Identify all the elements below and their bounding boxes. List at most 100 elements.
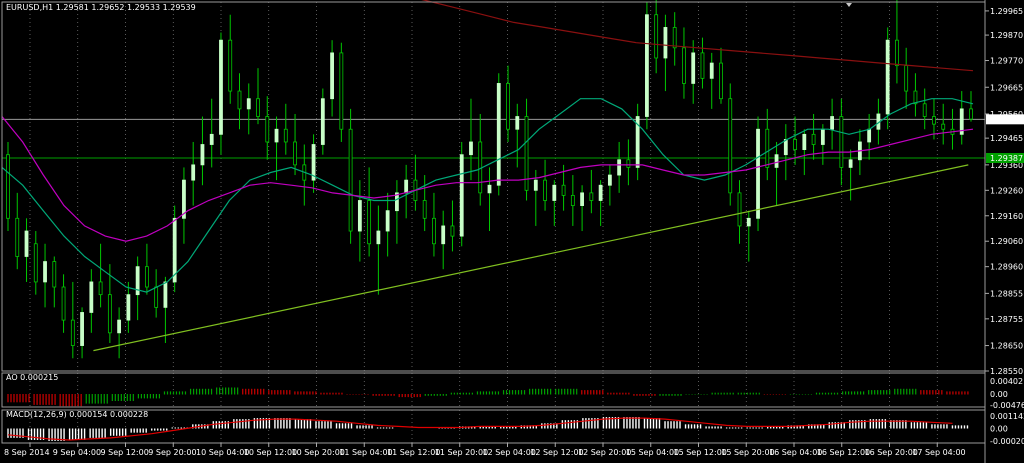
- price-tick-label: 1.28960: [990, 263, 1023, 272]
- candle-body: [848, 159, 853, 168]
- candle-body: [533, 179, 538, 191]
- candle-body: [895, 39, 899, 67]
- candle-body: [6, 154, 10, 219]
- candle-body: [265, 116, 270, 143]
- macd-tick-label: 0.00: [990, 425, 1008, 434]
- price-tick-label: 1.29965: [990, 7, 1023, 16]
- candle-body: [357, 200, 362, 232]
- candle-body: [283, 128, 288, 143]
- candle-body: [89, 281, 94, 313]
- candle-body: [506, 83, 510, 130]
- candle[interactable]: [645, 2, 649, 130]
- candle-body: [144, 266, 149, 288]
- candle-body: [367, 200, 372, 245]
- ao-tick-label: 0.00: [990, 390, 1008, 399]
- candle[interactable]: [728, 83, 733, 206]
- price-tick-label: 1.28855: [990, 289, 1023, 298]
- candle-body: [209, 133, 214, 145]
- candle[interactable]: [339, 42, 344, 142]
- price-tick-label: 1.29260: [990, 186, 1023, 195]
- ao-tick-label: -0.00476: [990, 401, 1024, 410]
- candle-body: [339, 52, 344, 130]
- time-tick-label: 10 Sep 20:00: [292, 448, 345, 457]
- candle[interactable]: [459, 141, 464, 247]
- candle-body: [469, 141, 473, 156]
- macd-tick-label: -0.000201: [990, 437, 1024, 446]
- time-tick-label: 9 Sep 12:00: [101, 448, 149, 457]
- candle-body: [617, 159, 622, 176]
- candle-body: [654, 14, 659, 59]
- candle-body: [61, 286, 66, 321]
- candle[interactable]: [348, 108, 353, 244]
- candle-body: [811, 133, 816, 145]
- candle-body: [422, 200, 427, 219]
- candle-body: [33, 243, 38, 283]
- macd-tick-label: 0.001142: [990, 412, 1024, 421]
- price-tick-label: 1.28550: [990, 367, 1023, 376]
- candle-body: [820, 128, 825, 145]
- candle-body: [663, 27, 668, 59]
- candle-body: [24, 230, 29, 257]
- candle-body: [385, 210, 390, 232]
- time-tick-label: 8 Sep 2014: [4, 448, 50, 457]
- candle-body: [219, 39, 223, 135]
- candle-body: [700, 52, 705, 79]
- candle-body: [552, 184, 557, 201]
- candle-body: [839, 116, 844, 168]
- candle-body: [515, 116, 520, 130]
- candle-body: [330, 52, 334, 100]
- time-tick-label: 16 Sep 12:00: [817, 448, 870, 457]
- time-tick-label: 11 Sep 20:00: [435, 448, 488, 457]
- trading-chart[interactable]: 8 Sep 2014 9 Sep 04:00 9 Sep 12:00 9 Sep 20…: [0, 0, 1024, 463]
- candle-body: [709, 62, 714, 79]
- candle-body: [932, 116, 936, 125]
- candle-body: [237, 90, 242, 110]
- candle[interactable]: [6, 141, 10, 232]
- price-tick-label: 1.28650: [990, 342, 1023, 351]
- time-tick-label: 15 Sep 04:00: [626, 448, 679, 457]
- candle-body: [191, 164, 196, 181]
- candle-body: [728, 98, 733, 194]
- candle[interactable]: [885, 27, 890, 130]
- candle-body: [293, 141, 297, 166]
- candle-body: [746, 217, 751, 227]
- hline-price-label: 1.29387: [990, 154, 1023, 163]
- time-tick-label: 10 Sep 04:00: [196, 448, 249, 457]
- candle-body: [432, 217, 436, 245]
- time-tick-label: 10 Sep 12:00: [244, 448, 297, 457]
- candle-body: [941, 123, 946, 130]
- candle-body: [450, 225, 455, 237]
- candle-body: [256, 98, 260, 117]
- candle[interactable]: [496, 73, 501, 196]
- candle-body: [737, 192, 742, 227]
- candle[interactable]: [756, 116, 760, 232]
- candle-body: [43, 261, 47, 283]
- price-tick-label: 1.29770: [990, 57, 1023, 66]
- candle-body: [756, 128, 760, 219]
- candle-body: [607, 174, 612, 186]
- candle-body: [682, 47, 686, 84]
- price-tick-label: 1.29465: [990, 134, 1023, 143]
- candle-body: [543, 179, 547, 201]
- time-tick-label: 12 Sep 20:00: [578, 448, 631, 457]
- candle-body: [172, 217, 177, 283]
- time-tick-label: 12 Sep 04:00: [483, 448, 536, 457]
- candle-body: [228, 39, 233, 92]
- candle-body: [98, 281, 103, 296]
- candle-body: [626, 159, 631, 168]
- candle-body: [598, 184, 603, 201]
- price-tick-label: 1.29870: [990, 31, 1023, 40]
- time-tick-label: 11 Sep 04:00: [339, 448, 392, 457]
- time-tick-label: 9 Sep 20:00: [148, 448, 196, 457]
- candle[interactable]: [172, 205, 177, 293]
- candle-body: [15, 217, 20, 257]
- price-tick-label: 1.29665: [990, 83, 1023, 92]
- candle-body: [348, 128, 353, 232]
- time-tick-label: 9 Sep 04:00: [53, 448, 101, 457]
- candle-body: [441, 225, 446, 245]
- candle-body: [459, 154, 464, 237]
- time-tick-label: 11 Sep 12:00: [387, 448, 440, 457]
- candle[interactable]: [320, 88, 325, 155]
- macd-header: MACD(12,26,9) 0.000154 0.000228: [6, 410, 148, 419]
- current-price-label: 1.29539: [990, 115, 1023, 124]
